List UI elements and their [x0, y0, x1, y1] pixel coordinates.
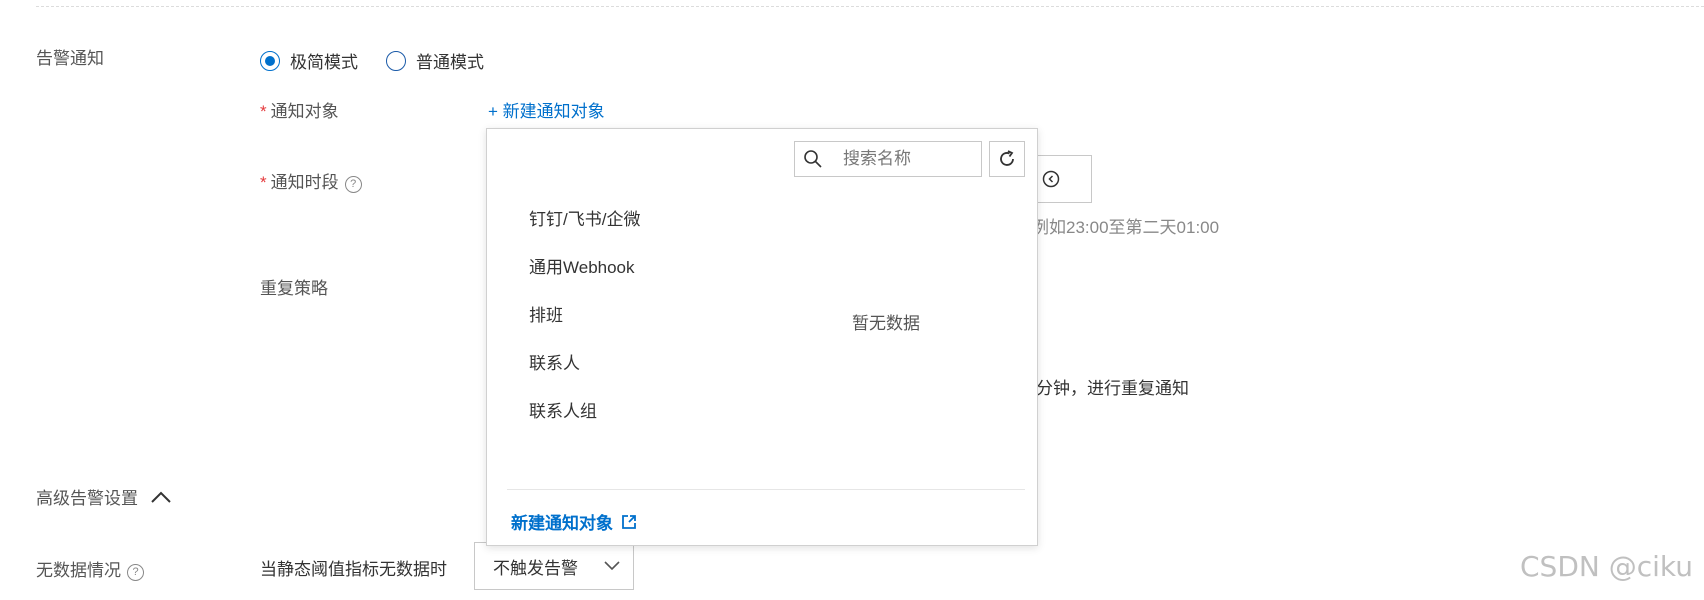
normal-mode-radio[interactable]: [386, 50, 406, 71]
section-divider: [36, 6, 1704, 7]
category-item-contact[interactable]: 联系人: [529, 349, 580, 374]
required-mark: *: [260, 173, 267, 192]
external-link-icon: [622, 514, 636, 529]
category-item-im[interactable]: 钉钉/飞书/企微: [529, 205, 640, 230]
advanced-settings-toggle[interactable]: 高级告警设置: [36, 484, 172, 509]
footer-new-target-label: 新建通知对象: [511, 514, 613, 533]
new-notify-target-link[interactable]: + 新建通知对象: [488, 97, 605, 122]
alert-settings-page: 告警通知 极简模式 普通模式 * 通知对象 + 新建通知对象 * 通知时段? 例如2…: [0, 0, 1704, 600]
required-mark: *: [260, 102, 267, 121]
chevron-up-icon[interactable]: [150, 490, 172, 504]
popup-divider: [507, 489, 1025, 490]
simple-mode-radio[interactable]: [260, 50, 280, 71]
footer-new-target-link[interactable]: 新建通知对象: [511, 509, 637, 534]
advanced-settings-label: 高级告警设置: [36, 489, 138, 508]
no-data-select-value: 不触发告警: [493, 558, 578, 578]
empty-state-text: 暂无数据: [852, 314, 920, 333]
search-icon: [804, 150, 822, 168]
notify-period-hint: 例如23:00至第二天01:00: [1032, 218, 1220, 237]
no-data-action-select[interactable]: 不触发告警: [474, 542, 634, 590]
refresh-icon: [1000, 150, 1014, 166]
help-icon[interactable]: ?: [344, 176, 362, 193]
refresh-button[interactable]: [989, 141, 1025, 177]
notify-target-label: 通知对象: [270, 102, 339, 121]
chevron-down-icon: [604, 561, 620, 571]
repeat-policy-text: 分钟，进行重复通知: [1036, 379, 1189, 398]
search-input[interactable]: [841, 148, 975, 170]
notify-mode-radio-group: 极简模式 普通模式: [260, 48, 512, 73]
alert-notify-label: 告警通知: [36, 49, 104, 68]
no-data-condition-label: 当静态阈值指标无数据时: [260, 560, 447, 579]
notify-target-field-label: * 通知对象: [260, 97, 339, 122]
clock-clear-icon[interactable]: [1042, 170, 1060, 188]
category-item-contact-group[interactable]: 联系人组: [529, 397, 597, 422]
repeat-policy-label: 重复策略: [260, 279, 328, 298]
simple-mode-label[interactable]: 极简模式: [290, 48, 358, 73]
category-item-webhook[interactable]: 通用Webhook: [529, 253, 635, 278]
category-item-schedule[interactable]: 排班: [529, 301, 563, 326]
no-data-label: 无数据情况: [36, 561, 121, 580]
no-data-field-label: 无数据情况?: [36, 556, 144, 581]
watermark: CSDN @ciku: [1520, 550, 1694, 583]
help-icon[interactable]: ?: [127, 564, 144, 581]
notify-target-dropdown: 钉钉/飞书/企微 通用Webhook 排班 联系人 联系人组 暂无数据 新建通知…: [486, 128, 1038, 546]
search-box[interactable]: [794, 141, 982, 177]
notify-period-field-label: * 通知时段?: [260, 168, 362, 193]
normal-mode-label[interactable]: 普通模式: [416, 48, 484, 73]
notify-period-label: 通知时段: [270, 173, 339, 192]
